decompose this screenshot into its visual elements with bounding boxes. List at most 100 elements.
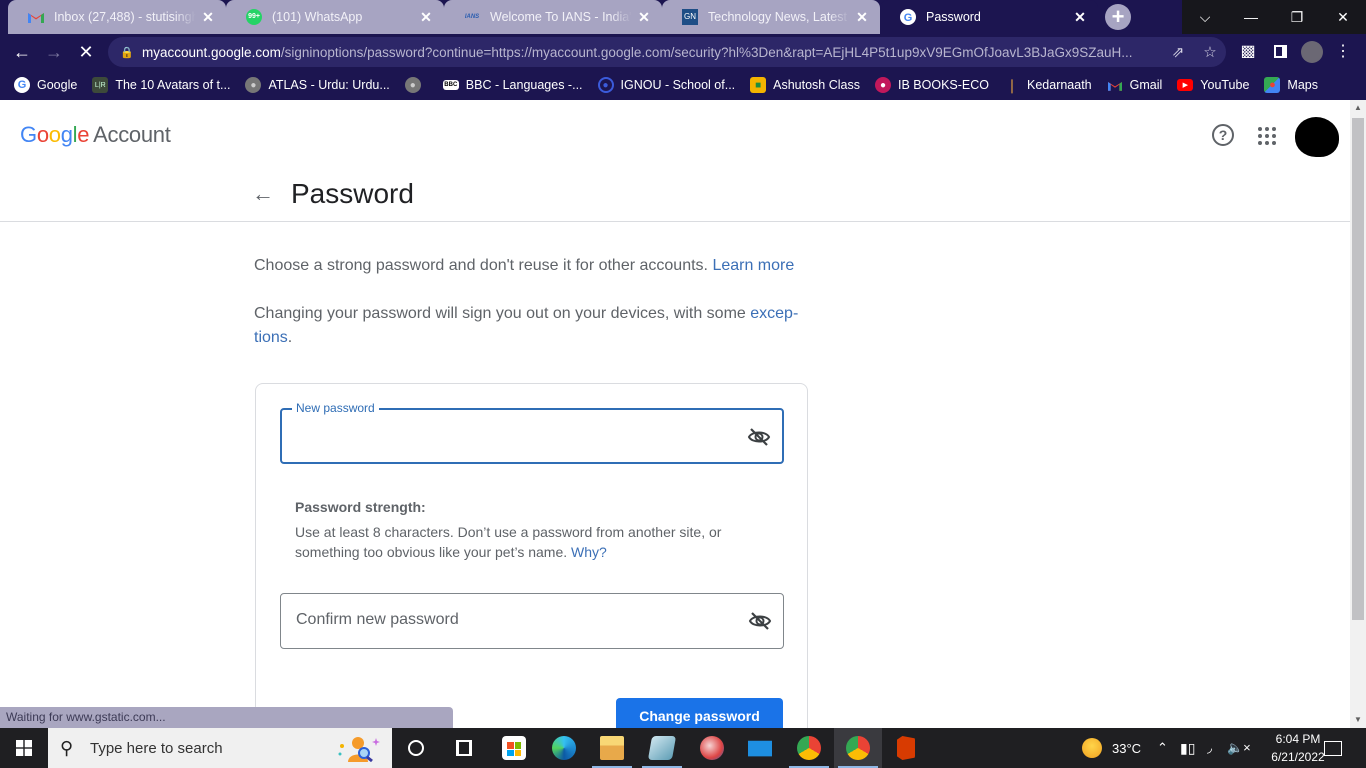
bookmark-globe[interactable]: ●: [404, 77, 428, 93]
gmail-icon: [28, 9, 44, 25]
confirm-password-input[interactable]: [295, 604, 735, 636]
close-tab-icon[interactable]: ✕: [1068, 9, 1092, 26]
bookmark-youtube[interactable]: ▶ YouTube: [1177, 78, 1249, 92]
notifications-icon[interactable]: [1324, 728, 1342, 768]
edge-icon[interactable]: [540, 728, 588, 768]
tab-ians[interactable]: IANS Welcome To IANS - India's La ✕: [444, 0, 662, 34]
chrome-profile-icon[interactable]: [785, 728, 833, 768]
google-account-logo[interactable]: Google Account: [20, 122, 171, 148]
back-button[interactable]: ←: [8, 38, 36, 66]
scroll-up-icon[interactable]: ▲: [1350, 100, 1366, 116]
weather-widget[interactable]: 33°C: [1082, 728, 1141, 768]
bookmark-ashutosh-class[interactable]: ■ Ashutosh Class: [750, 77, 860, 93]
youtube-icon: ▶: [1177, 79, 1194, 91]
why-link[interactable]: Why?: [571, 544, 607, 560]
close-tab-icon[interactable]: ✕: [632, 9, 656, 26]
tab-title: Password: [926, 10, 981, 24]
side-panel-icon[interactable]: [1269, 41, 1291, 63]
bookmark-star-icon[interactable]: ☆: [1194, 43, 1226, 61]
notepad-icon[interactable]: [638, 728, 686, 768]
bookmarks-bar: G Google L|R The 10 Avatars of t... ● AT…: [0, 70, 1366, 100]
chrome-icon[interactable]: [834, 728, 882, 768]
search-icon: ⚲: [60, 737, 74, 758]
bookmark-kedarnaath[interactable]: ❘ Kedarnaath: [1004, 77, 1092, 93]
tab-gmail[interactable]: Inbox (27,488) - stutisingh22 ✕: [8, 0, 226, 34]
bookmark-bbc[interactable]: BBC BBC - Languages -...: [442, 78, 583, 92]
tab-search-button[interactable]: ⌵: [1182, 0, 1228, 34]
extensions-icon[interactable]: ▩: [1237, 41, 1259, 63]
bookmark-atlas[interactable]: ● ATLAS - Urdu: Urdu...: [245, 77, 390, 93]
classroom-icon: ■: [750, 77, 767, 93]
minimize-button[interactable]: —: [1228, 0, 1274, 34]
tab-whatsapp[interactable]: 99+ (101) WhatsApp ✕: [226, 0, 444, 34]
change-password-button[interactable]: Change password: [616, 698, 783, 728]
tab-gadgets-now[interactable]: GN Technology News, Latest & F ✕: [662, 0, 880, 34]
address-bar[interactable]: 🔒 myaccount.google.com/signinoptions/pas…: [108, 37, 1226, 67]
bookmark-maps[interactable]: ● Maps: [1264, 77, 1318, 93]
wifi-icon[interactable]: ◞: [1207, 728, 1212, 768]
tab-title: Welcome To IANS - India's La: [490, 10, 632, 24]
learn-more-link[interactable]: Learn more: [712, 257, 794, 274]
temperature: 33°C: [1112, 740, 1142, 756]
bookmark-gmail[interactable]: Gmail: [1107, 77, 1162, 93]
windows-logo-icon: [16, 740, 32, 756]
stop-loading-button[interactable]: ✕: [72, 38, 100, 66]
file-explorer-icon[interactable]: [588, 728, 636, 768]
tab-password[interactable]: G Password ✕: [880, 0, 1098, 34]
cortana-button[interactable]: [392, 728, 440, 768]
scrollbar-thumb[interactable]: [1352, 118, 1364, 620]
profile-avatar-icon[interactable]: [1301, 41, 1323, 63]
close-tab-icon[interactable]: ✕: [414, 9, 438, 26]
new-tab-button[interactable]: +: [1105, 4, 1131, 30]
close-tab-icon[interactable]: ✕: [196, 9, 220, 26]
eye-off-icon[interactable]: [747, 609, 773, 633]
globe-icon: ●: [245, 77, 262, 93]
close-tab-icon[interactable]: ✕: [850, 9, 874, 26]
ians-icon: IANS: [464, 14, 480, 20]
url-text[interactable]: myaccount.google.com/signinoptions/passw…: [142, 45, 1162, 60]
taskbar-search-box[interactable]: ⚲ Type here to search: [48, 728, 392, 768]
menu-kebab-icon[interactable]: ⋮: [1332, 41, 1354, 63]
signout-notice: Changing your password will sign you out…: [254, 305, 799, 346]
bbc-icon: BBC: [442, 80, 459, 90]
google-account-header: Google Account ?: [0, 100, 1350, 168]
start-button[interactable]: [0, 728, 48, 768]
bookmark-ignou[interactable]: ● IGNOU - School of...: [597, 77, 735, 93]
ib-books-icon: ●: [875, 77, 891, 93]
restore-button[interactable]: ❐: [1274, 0, 1320, 34]
intro-text: Choose a strong password and don't reuse…: [254, 257, 795, 274]
scroll-down-icon[interactable]: ▼: [1350, 712, 1366, 728]
new-password-input[interactable]: [296, 420, 736, 452]
windows-taskbar: ⚲ Type here to search 33°C ⌃ ▮▯ ◞ 🔈× 6:0…: [0, 728, 1366, 768]
confirm-password-field[interactable]: Confirm new password: [280, 593, 784, 649]
search-placeholder: Type here to search: [90, 739, 223, 757]
volume-muted-icon[interactable]: 🔈×: [1227, 728, 1251, 768]
snipping-tool-icon[interactable]: [688, 728, 736, 768]
back-arrow-icon[interactable]: ←: [252, 181, 274, 207]
forward-button[interactable]: →: [40, 38, 68, 66]
bookmark-google[interactable]: G Google: [14, 77, 77, 93]
new-password-field[interactable]: New password: [280, 401, 784, 464]
close-window-button[interactable]: ✕: [1320, 0, 1366, 34]
lock-icon[interactable]: 🔒: [120, 46, 136, 59]
show-hidden-icons-button[interactable]: ⌃: [1157, 728, 1168, 768]
task-view-button[interactable]: [440, 728, 488, 768]
share-icon[interactable]: ⇗: [1162, 43, 1194, 61]
microsoft-store-icon[interactable]: [490, 728, 538, 768]
account-avatar[interactable]: [1295, 117, 1339, 157]
eye-off-icon[interactable]: [746, 425, 772, 449]
mail-icon[interactable]: [736, 728, 784, 768]
bookmark-avatars[interactable]: L|R The 10 Avatars of t...: [92, 77, 230, 93]
help-icon[interactable]: ?: [1212, 124, 1234, 146]
globe-icon: ●: [404, 77, 421, 93]
google-icon: G: [900, 9, 916, 25]
office-icon[interactable]: [882, 728, 930, 768]
battery-icon[interactable]: ▮▯: [1180, 728, 1195, 768]
bookmark-ib-books[interactable]: ● IB BOOKS-ECO: [875, 77, 989, 93]
password-strength-hint: Use at least 8 characters. Don’t use a p…: [295, 524, 722, 560]
page-scrollbar[interactable]: ▲ ▼: [1350, 100, 1366, 728]
google-icon: G: [14, 77, 30, 93]
google-apps-icon[interactable]: [1258, 127, 1276, 145]
book-icon: L|R: [92, 77, 109, 93]
svg-text:G: G: [904, 12, 913, 24]
